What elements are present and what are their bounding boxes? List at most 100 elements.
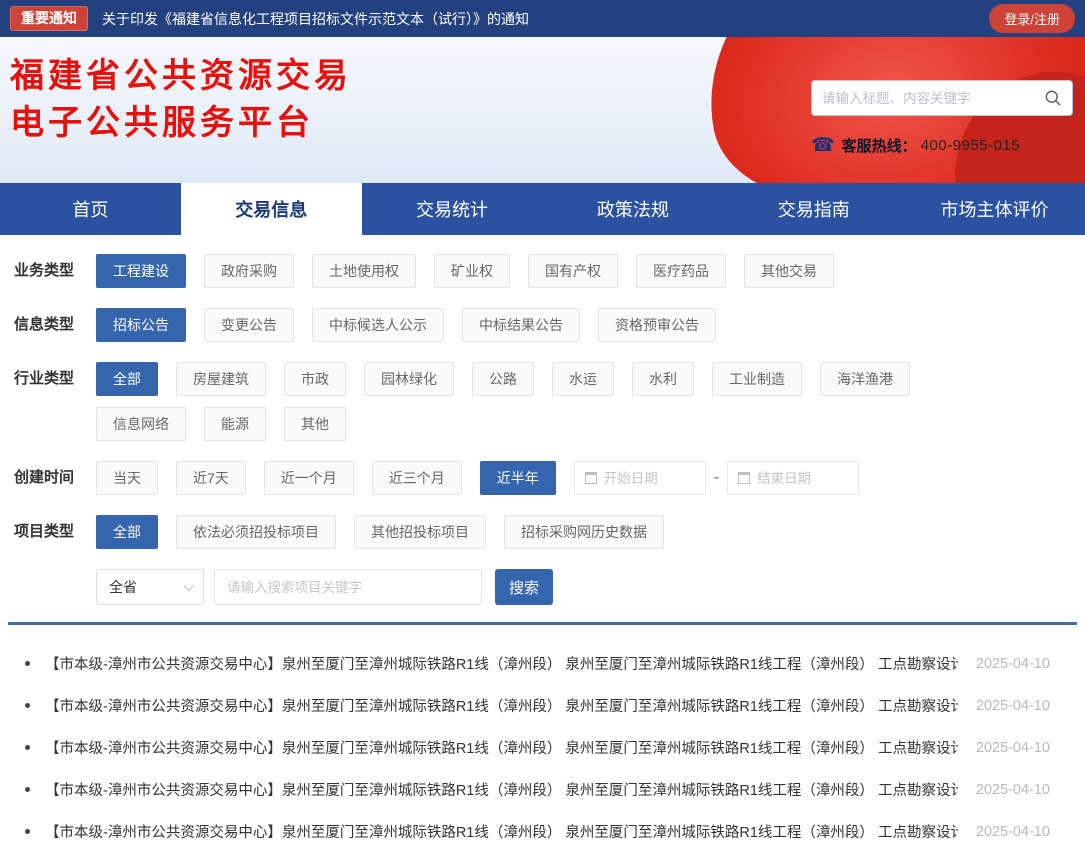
end-date-input-field[interactable] bbox=[757, 471, 848, 486]
filter-option-2-9[interactable]: 信息网络 bbox=[96, 407, 186, 441]
nav-tab-3[interactable]: 政策法规 bbox=[542, 183, 723, 235]
list-item-0: 【市本级-漳州市公共资源交易中心】泉州至厦门至漳州城际铁路R1线（漳州段） 泉州… bbox=[25, 653, 1050, 674]
filter-row-label-3: 创建时间 bbox=[0, 461, 96, 495]
header-right: ☎ 客服热线： 400-9955-015 bbox=[811, 80, 1073, 157]
hotline: ☎ 客服热线： 400-9955-015 bbox=[811, 134, 1073, 157]
list-item-3: 【市本级-漳州市公共资源交易中心】泉州至厦门至漳州城际铁路R1线（漳州段） 泉州… bbox=[25, 779, 1050, 800]
site-logo[interactable]: 福建省公共资源交易 电子公共服务平台 bbox=[10, 53, 352, 147]
site-header: 福建省公共资源交易 电子公共服务平台 ☎ 客服热线： 400-9955-015 bbox=[0, 37, 1085, 183]
filter-option-0-3[interactable]: 矿业权 bbox=[434, 254, 510, 288]
filter-options-3: 当天近7天近一个月近三个月近半年 - bbox=[96, 461, 1085, 495]
filter-option-3-1[interactable]: 近7天 bbox=[176, 461, 246, 495]
filter-row-label-1: 信息类型 bbox=[0, 308, 96, 342]
phone-icon: ☎ bbox=[811, 134, 835, 157]
date-separator: - bbox=[714, 469, 719, 487]
filter-option-3-3[interactable]: 近三个月 bbox=[372, 461, 462, 495]
header-search-input[interactable] bbox=[822, 91, 1044, 106]
filter-option-0-5[interactable]: 医疗药品 bbox=[636, 254, 726, 288]
start-date-input-field[interactable] bbox=[604, 471, 695, 486]
filter-option-2-3[interactable]: 园林绿化 bbox=[364, 362, 454, 396]
filter-option-4-2[interactable]: 其他招投标项目 bbox=[354, 515, 486, 549]
result-date: 2025-04-10 bbox=[976, 656, 1050, 672]
filter-option-2-6[interactable]: 水利 bbox=[632, 362, 694, 396]
result-title[interactable]: 【市本级-漳州市公共资源交易中心】泉州至厦门至漳州城际铁路R1线（漳州段） 泉州… bbox=[45, 821, 958, 842]
end-date-input[interactable] bbox=[727, 461, 859, 495]
bullet-icon bbox=[25, 745, 30, 750]
filter-option-1-0[interactable]: 招标公告 bbox=[96, 308, 186, 342]
filter-option-0-1[interactable]: 政府采购 bbox=[204, 254, 294, 288]
list-item-2: 【市本级-漳州市公共资源交易中心】泉州至厦门至漳州城际铁路R1线（漳州段） 泉州… bbox=[25, 737, 1050, 758]
filter-option-0-2[interactable]: 土地使用权 bbox=[312, 254, 416, 288]
filter-option-2-2[interactable]: 市政 bbox=[284, 362, 346, 396]
nav-tab-1[interactable]: 交易信息 bbox=[181, 183, 362, 235]
project-keyword-input[interactable] bbox=[214, 569, 482, 605]
filter-options-2: 全部房屋建筑市政园林绿化公路水运水利工业制造海洋渔港信息网络能源其他 bbox=[96, 362, 1085, 441]
filter-option-1-2[interactable]: 中标候选人公示 bbox=[312, 308, 444, 342]
filter-row-label-2: 行业类型 bbox=[0, 362, 96, 396]
bullet-icon bbox=[25, 661, 30, 666]
important-notice-badge: 重要通知 bbox=[10, 6, 88, 31]
filter-option-1-4[interactable]: 资格预审公告 bbox=[598, 308, 716, 342]
result-date: 2025-04-10 bbox=[976, 698, 1050, 714]
filter-option-2-10[interactable]: 能源 bbox=[204, 407, 266, 441]
filter-option-2-7[interactable]: 工业制造 bbox=[712, 362, 802, 396]
filter-option-1-3[interactable]: 中标结果公告 bbox=[462, 308, 580, 342]
notice-bar: 重要通知 关于印发《福建省信息化工程项目招标文件示范文本（试行）》的通知 登录/… bbox=[0, 0, 1085, 37]
region-select[interactable]: 全省 bbox=[96, 569, 204, 605]
filter-option-3-0[interactable]: 当天 bbox=[96, 461, 158, 495]
filter-option-0-0[interactable]: 工程建设 bbox=[96, 254, 186, 288]
filter-option-0-4[interactable]: 国有产权 bbox=[528, 254, 618, 288]
header-search-box bbox=[811, 80, 1073, 116]
login-register-button[interactable]: 登录/注册 bbox=[989, 4, 1075, 33]
filter-option-3-2[interactable]: 近一个月 bbox=[264, 461, 354, 495]
region-select-value: 全省 bbox=[109, 577, 137, 597]
start-date-input[interactable] bbox=[574, 461, 706, 495]
result-title[interactable]: 【市本级-漳州市公共资源交易中心】泉州至厦门至漳州城际铁路R1线（漳州段） 泉州… bbox=[45, 737, 958, 758]
results-list: 【市本级-漳州市公共资源交易中心】泉州至厦门至漳州城际铁路R1线（漳州段） 泉州… bbox=[0, 625, 1085, 842]
search-icon[interactable] bbox=[1044, 89, 1062, 107]
filter-option-4-1[interactable]: 依法必须招投标项目 bbox=[176, 515, 336, 549]
nav-tab-4[interactable]: 交易指南 bbox=[723, 183, 904, 235]
result-date: 2025-04-10 bbox=[976, 824, 1050, 840]
nav-tab-0[interactable]: 首页 bbox=[0, 183, 181, 235]
search-button[interactable]: 搜索 bbox=[495, 569, 553, 605]
result-title[interactable]: 【市本级-漳州市公共资源交易中心】泉州至厦门至漳州城际铁路R1线（漳州段） 泉州… bbox=[45, 695, 958, 716]
logo-line-2: 电子公共服务平台 bbox=[10, 100, 352, 147]
hotline-label: 客服热线： bbox=[842, 135, 917, 156]
result-date: 2025-04-10 bbox=[976, 782, 1050, 798]
nav-tab-2[interactable]: 交易统计 bbox=[362, 183, 543, 235]
main-nav: 首页交易信息交易统计政策法规交易指南市场主体评价 bbox=[0, 183, 1085, 235]
filter-option-2-5[interactable]: 水运 bbox=[552, 362, 614, 396]
chevron-down-icon bbox=[184, 581, 194, 591]
calendar-icon bbox=[738, 472, 750, 484]
filter-row-0: 业务类型工程建设政府采购土地使用权矿业权国有产权医疗药品其他交易 bbox=[0, 254, 1085, 288]
filter-search-row: 全省 搜索 bbox=[0, 569, 1085, 605]
filter-option-4-0[interactable]: 全部 bbox=[96, 515, 158, 549]
filter-options-1: 招标公告变更公告中标候选人公示中标结果公告资格预审公告 bbox=[96, 308, 1085, 342]
filter-option-4-3[interactable]: 招标采购网历史数据 bbox=[504, 515, 664, 549]
filter-option-2-4[interactable]: 公路 bbox=[472, 362, 534, 396]
result-title[interactable]: 【市本级-漳州市公共资源交易中心】泉州至厦门至漳州城际铁路R1线（漳州段） 泉州… bbox=[45, 653, 958, 674]
filter-option-2-11[interactable]: 其他 bbox=[284, 407, 346, 441]
bullet-icon bbox=[25, 787, 30, 792]
result-date: 2025-04-10 bbox=[976, 740, 1050, 756]
filter-option-3-4[interactable]: 近半年 bbox=[480, 461, 556, 495]
filter-option-2-0[interactable]: 全部 bbox=[96, 362, 158, 396]
filter-options-0: 工程建设政府采购土地使用权矿业权国有产权医疗药品其他交易 bbox=[96, 254, 1085, 288]
filter-option-2-1[interactable]: 房屋建筑 bbox=[176, 362, 266, 396]
bullet-icon bbox=[25, 829, 30, 834]
logo-line-1: 福建省公共资源交易 bbox=[10, 53, 352, 100]
calendar-icon bbox=[585, 472, 597, 484]
list-item-4: 【市本级-漳州市公共资源交易中心】泉州至厦门至漳州城际铁路R1线（漳州段） 泉州… bbox=[25, 821, 1050, 842]
list-item-1: 【市本级-漳州市公共资源交易中心】泉州至厦门至漳州城际铁路R1线（漳州段） 泉州… bbox=[25, 695, 1050, 716]
hotline-number: 400-9955-015 bbox=[921, 137, 1020, 154]
filter-row-3: 创建时间当天近7天近一个月近三个月近半年 - bbox=[0, 461, 1085, 495]
filter-option-0-6[interactable]: 其他交易 bbox=[744, 254, 834, 288]
filter-row-4: 项目类型全部依法必须招投标项目其他招投标项目招标采购网历史数据 bbox=[0, 515, 1085, 549]
nav-tab-5[interactable]: 市场主体评价 bbox=[904, 183, 1085, 235]
result-title[interactable]: 【市本级-漳州市公共资源交易中心】泉州至厦门至漳州城际铁路R1线（漳州段） 泉州… bbox=[45, 779, 958, 800]
filter-row-label-0: 业务类型 bbox=[0, 254, 96, 288]
filter-option-2-8[interactable]: 海洋渔港 bbox=[820, 362, 910, 396]
notice-link[interactable]: 关于印发《福建省信息化工程项目招标文件示范文本（试行）》的通知 bbox=[102, 9, 529, 29]
filter-option-1-1[interactable]: 变更公告 bbox=[204, 308, 294, 342]
